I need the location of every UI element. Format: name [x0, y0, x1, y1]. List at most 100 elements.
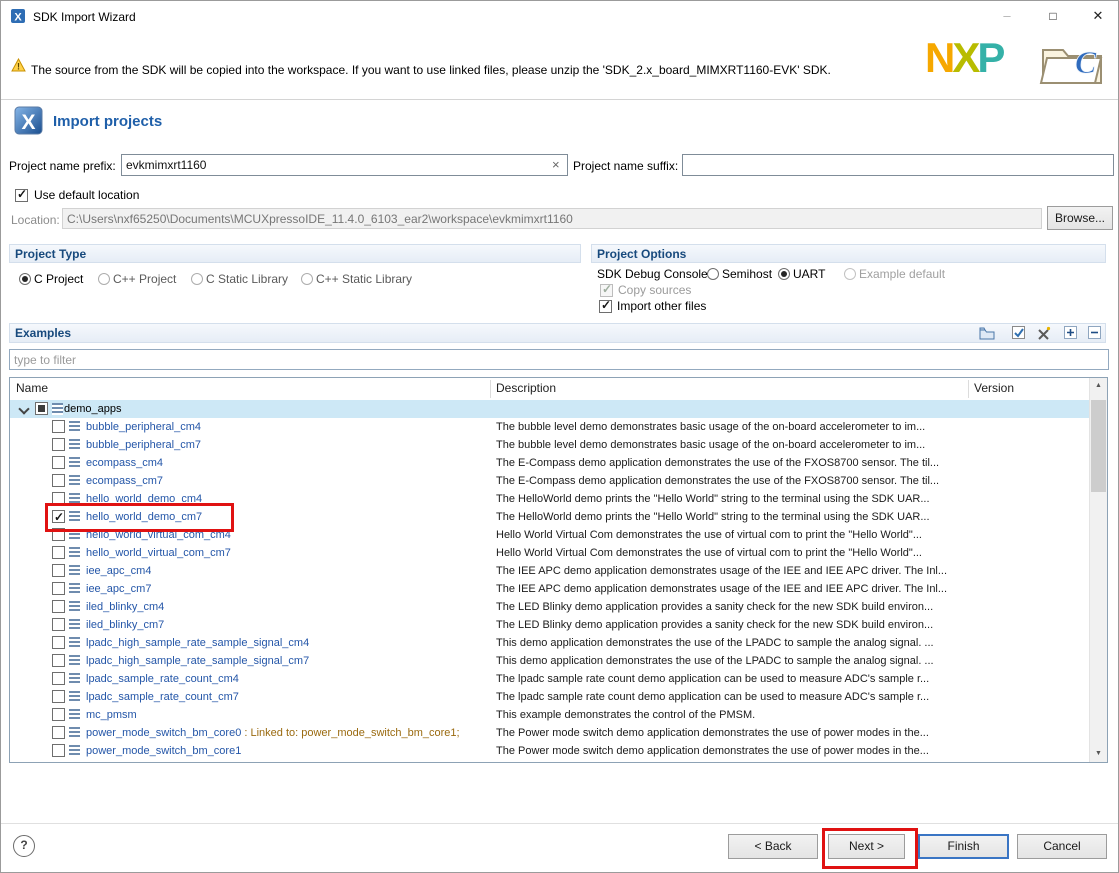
use-default-location-checkbox[interactable] — [15, 189, 28, 202]
table-row[interactable]: mc_pmsm This example demonstrates the con… — [10, 706, 1092, 724]
table-row[interactable]: iled_blinky_cm4The LED Blinky demo appli… — [10, 598, 1092, 616]
radio-cpp-project[interactable] — [98, 273, 110, 285]
example-description: The lpadc sample rate count demo applica… — [496, 670, 929, 688]
example-checkbox[interactable] — [52, 474, 65, 487]
example-name[interactable]: mc_pmsm — [86, 709, 137, 721]
example-name[interactable]: power_mode_switch_bm_core1 — [86, 745, 241, 757]
example-icon — [69, 601, 80, 613]
table-row[interactable]: hello_world_virtual_com_cm7Hello World V… — [10, 544, 1092, 562]
example-description: The lpadc sample rate count demo applica… — [496, 688, 929, 706]
example-name[interactable]: iee_apc_cm7 — [86, 583, 151, 595]
example-name[interactable]: bubble_peripheral_cm4 — [86, 421, 201, 433]
example-checkbox[interactable] — [52, 582, 65, 595]
example-description: The HelloWorld demo prints the "Hello Wo… — [496, 490, 930, 508]
example-checkbox[interactable] — [52, 420, 65, 433]
example-checkbox[interactable] — [52, 618, 65, 631]
example-name[interactable]: ecompass_cm4 — [86, 457, 163, 469]
help-button[interactable]: ? — [13, 835, 35, 857]
collapse-all-icon[interactable] — [1087, 325, 1103, 341]
cancel-button[interactable]: Cancel — [1017, 834, 1107, 859]
example-checkbox[interactable] — [52, 690, 65, 703]
example-checkbox[interactable] — [52, 654, 65, 667]
collapse-arrow-icon[interactable] — [18, 403, 29, 414]
examples-band: Examples — [9, 323, 1106, 343]
prefix-input[interactable] — [121, 154, 568, 176]
copy-sources-checkbox — [600, 284, 613, 297]
group-checkbox[interactable] — [35, 402, 48, 415]
table-row[interactable]: power_mode_switch_bm_core1 The Power mode… — [10, 742, 1092, 760]
example-name[interactable]: bubble_peripheral_cm7 — [86, 439, 201, 451]
table-row[interactable]: lpadc_high_sample_rate_sample_signal_cm4… — [10, 634, 1092, 652]
column-header-version[interactable]: Version — [974, 381, 1014, 395]
minimize-button[interactable]: – — [984, 1, 1030, 31]
finish-button[interactable]: Finish — [918, 834, 1009, 859]
radio-semihost[interactable] — [707, 268, 719, 280]
examples-filter-input[interactable] — [9, 349, 1109, 370]
radio-cpp-static-library[interactable] — [301, 273, 313, 285]
table-row[interactable]: bubble_peripheral_cm4The bubble level de… — [10, 418, 1092, 436]
scroll-down-icon[interactable]: ▼ — [1090, 746, 1107, 762]
table-row[interactable]: lpadc_high_sample_rate_sample_signal_cm7… — [10, 652, 1092, 670]
table-row[interactable]: bubble_peripheral_cm7The bubble level de… — [10, 436, 1092, 454]
example-name[interactable]: ecompass_cm7 — [86, 475, 163, 487]
example-name[interactable]: iled_blinky_cm4 — [86, 601, 164, 613]
example-checkbox[interactable] — [52, 744, 65, 757]
browse-button[interactable]: Browse... — [1047, 206, 1113, 230]
radio-semihost-label: Semihost — [722, 267, 772, 281]
select-all-icon[interactable] — [1011, 325, 1027, 341]
header-separator — [1, 99, 1118, 100]
deselect-all-icon[interactable] — [1036, 326, 1052, 342]
example-description: This example demonstrates the control of… — [496, 706, 755, 724]
table-row[interactable]: power_mode_switch_bm_core0 : Linked to: … — [10, 724, 1092, 742]
table-row[interactable]: iled_blinky_cm7The LED Blinky demo appli… — [10, 616, 1092, 634]
example-name[interactable]: lpadc_high_sample_rate_sample_signal_cm4 — [86, 637, 309, 649]
use-default-location-label: Use default location — [34, 188, 139, 202]
example-checkbox[interactable] — [52, 636, 65, 649]
back-button[interactable]: < Back — [728, 834, 818, 859]
table-row[interactable]: iee_apc_cm4The IEE APC demo application … — [10, 562, 1092, 580]
example-checkbox[interactable] — [52, 456, 65, 469]
table-scrollbar[interactable]: ▲ ▼ — [1089, 378, 1107, 762]
open-sdk-folder-icon[interactable] — [979, 326, 995, 342]
table-row-group[interactable]: demo_apps — [10, 400, 1092, 418]
example-name[interactable]: lpadc_sample_rate_count_cm7 — [86, 691, 239, 703]
radio-uart[interactable] — [778, 268, 790, 280]
example-name[interactable]: lpadc_sample_rate_count_cm4 — [86, 673, 239, 685]
expand-all-icon[interactable] — [1063, 325, 1079, 341]
column-header-name[interactable]: Name — [16, 381, 48, 395]
column-header-description[interactable]: Description — [496, 381, 556, 395]
example-checkbox[interactable] — [52, 564, 65, 577]
example-checkbox[interactable] — [52, 600, 65, 613]
example-checkbox[interactable] — [52, 438, 65, 451]
scroll-up-icon[interactable]: ▲ — [1090, 378, 1107, 394]
table-row[interactable]: iee_apc_cm7The IEE APC demo application … — [10, 580, 1092, 598]
example-description: The Power mode switch demo application d… — [496, 724, 929, 742]
table-row[interactable]: lpadc_sample_rate_count_cm7 The lpadc sam… — [10, 688, 1092, 706]
maximize-button[interactable]: □ — [1030, 1, 1076, 31]
table-row[interactable]: lpadc_sample_rate_count_cm4 The lpadc sam… — [10, 670, 1092, 688]
example-checkbox[interactable] — [52, 546, 65, 559]
example-name[interactable]: hello_world_virtual_com_cm7 — [86, 547, 231, 559]
table-row[interactable]: ecompass_cm4The E-Compass demo applicati… — [10, 454, 1092, 472]
example-name[interactable]: power_mode_switch_bm_core0 — [86, 727, 241, 739]
example-name[interactable]: iled_blinky_cm7 — [86, 619, 164, 631]
table-row[interactable]: ecompass_cm7The E-Compass demo applicati… — [10, 472, 1092, 490]
import-other-files-checkbox[interactable] — [599, 300, 612, 313]
example-description: The Power mode switch demo application d… — [496, 742, 929, 760]
sdk-debug-console-label: SDK Debug Console — [597, 267, 708, 281]
suffix-input[interactable] — [682, 154, 1114, 176]
close-button[interactable]: ✕ — [1076, 1, 1119, 31]
radio-c-project[interactable] — [19, 273, 31, 285]
title-bar: X SDK Import Wizard – □ ✕ — [1, 1, 1118, 31]
clear-input-icon[interactable]: × — [552, 157, 560, 172]
example-checkbox[interactable] — [52, 672, 65, 685]
example-name[interactable]: iee_apc_cm4 — [86, 565, 151, 577]
radio-c-static-library[interactable] — [191, 273, 203, 285]
radio-example-default — [844, 268, 856, 280]
column-separator — [490, 380, 491, 398]
example-checkbox[interactable] — [52, 726, 65, 739]
copy-sources-label: Copy sources — [618, 283, 691, 297]
example-checkbox[interactable] — [52, 708, 65, 721]
example-name[interactable]: lpadc_high_sample_rate_sample_signal_cm7 — [86, 655, 309, 667]
scroll-thumb[interactable] — [1091, 400, 1106, 492]
